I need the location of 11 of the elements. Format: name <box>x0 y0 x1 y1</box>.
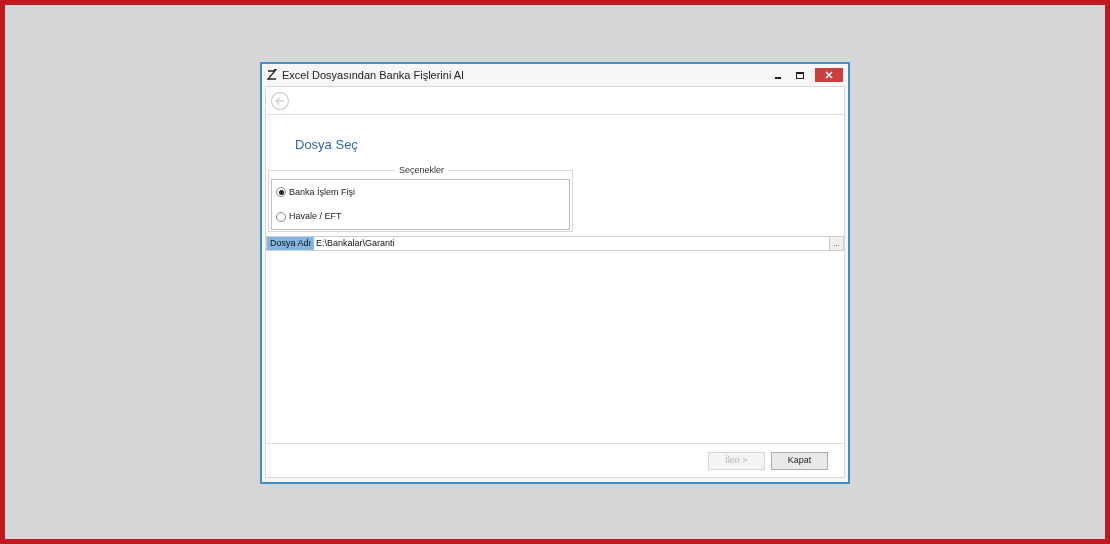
app-logo-icon <box>266 69 278 81</box>
close-button[interactable] <box>815 68 843 82</box>
close-dialog-button[interactable]: Kapat <box>771 451 828 470</box>
radio-option[interactable]: Havale / EFT <box>276 210 569 224</box>
group-title: Seçenekler <box>395 164 449 176</box>
radio-button[interactable] <box>276 211 286 222</box>
close-icon <box>825 71 833 79</box>
page-heading: Dosya Seç <box>295 137 358 152</box>
window-title: Excel Dosyasından Banka Fişlerini Al <box>282 67 464 83</box>
radio-button[interactable] <box>276 187 286 198</box>
radio-option[interactable]: Banka İşlem Fişi <box>276 185 569 199</box>
